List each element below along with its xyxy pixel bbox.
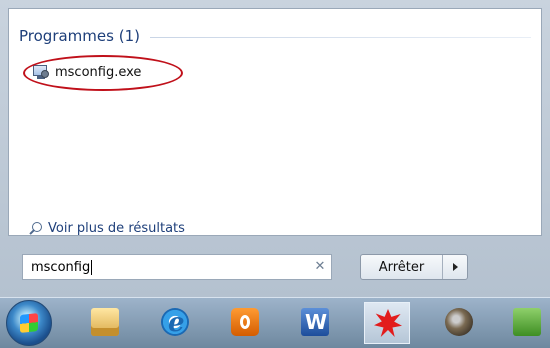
result-item-msconfig[interactable]: msconfig.exe [33, 61, 141, 83]
word-icon [301, 308, 329, 336]
search-bar-area: msconfig ✕ Arrêter [0, 236, 550, 297]
taskbar-media-button[interactable] [222, 302, 268, 344]
search-input-value: msconfig [31, 259, 91, 275]
search-input[interactable]: msconfig ✕ [22, 254, 332, 280]
start-menu: Programmes (1) msconfig.exe Voir plus de… [0, 0, 550, 297]
msconfig-app-icon [33, 64, 49, 80]
taskbar-installer-button[interactable] [504, 302, 550, 344]
gimp-icon [445, 308, 473, 336]
taskbar-gimp-button[interactable] [436, 302, 482, 344]
folder-icon [91, 308, 119, 336]
taskbar [0, 297, 550, 348]
windows-logo-icon [20, 313, 38, 333]
installer-icon [513, 308, 541, 336]
shutdown-button[interactable]: Arrêter [360, 254, 468, 280]
internet-explorer-icon [161, 308, 189, 338]
start-button[interactable] [6, 300, 52, 346]
result-item-label: msconfig.exe [55, 64, 142, 80]
search-icon [29, 221, 42, 235]
group-divider [149, 36, 531, 38]
programs-group-header: Programmes (1) [19, 25, 531, 47]
see-more-results-link[interactable]: Voir plus de résultats [29, 219, 185, 237]
taskbar-paint-button[interactable] [364, 302, 410, 344]
see-more-label: Voir plus de résultats [48, 220, 185, 236]
shutdown-options-arrow-icon[interactable] [443, 255, 467, 279]
text-caret [91, 259, 93, 275]
clear-search-icon[interactable]: ✕ [309, 255, 331, 279]
shutdown-button-label: Arrêter [361, 255, 443, 279]
taskbar-ie-button[interactable] [152, 302, 198, 344]
taskbar-explorer-button[interactable] [82, 302, 128, 344]
programs-group-title: Programmes (1) [19, 27, 140, 45]
red-splash-icon [374, 309, 402, 337]
search-results-pane: Programmes (1) msconfig.exe Voir plus de… [8, 8, 542, 236]
media-player-icon [231, 308, 259, 336]
taskbar-word-button[interactable] [292, 302, 338, 344]
